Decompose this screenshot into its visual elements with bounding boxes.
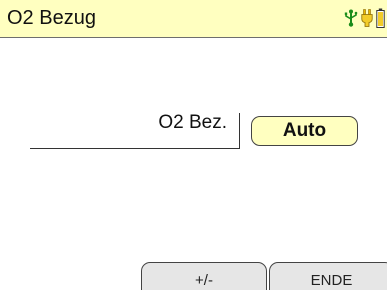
plug-icon [361,9,373,27]
field-divider [239,113,240,149]
field-underline [30,148,240,149]
o2-reference-value-button[interactable]: Auto [251,116,358,146]
title-bar: O2 Bezug [0,0,387,38]
page-title: O2 Bezug [7,7,96,29]
softkey-plus-minus[interactable]: +/- [141,262,267,290]
usb-icon [344,9,358,27]
status-icons [344,7,385,29]
device-screen: O2 Bezug O2 Bez. Auto +/- ENDE [0,0,387,290]
battery-icon [376,8,385,28]
softkey-end[interactable]: ENDE [269,262,387,290]
field-label: O2 Bez. [158,112,227,133]
